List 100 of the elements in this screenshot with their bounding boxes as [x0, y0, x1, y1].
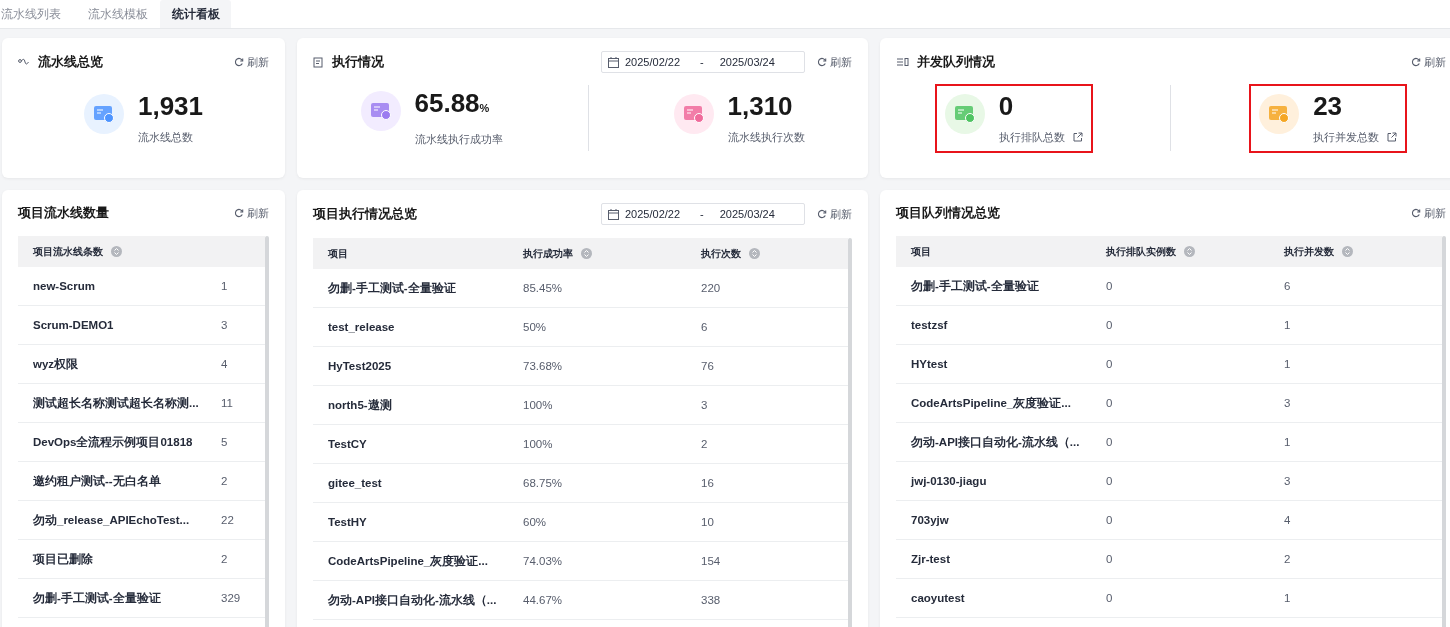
table-cell: 0	[1091, 462, 1269, 501]
card-title: 流水线总览	[38, 53, 103, 71]
column-header-label: 项目	[328, 246, 348, 261]
calendar-icon	[608, 56, 619, 68]
table-cell: north5-遨测	[313, 386, 508, 425]
scrollbar[interactable]	[1442, 236, 1446, 627]
date-range-field[interactable]: 2025/02/22 - 2025/03/24	[601, 203, 805, 225]
refresh-button[interactable]: 刷新	[234, 205, 269, 221]
table-cell: new-Scrum	[18, 267, 206, 306]
stat-label: 执行排队总数	[998, 129, 1065, 145]
table-cell: 0	[1091, 540, 1269, 579]
refresh-button[interactable]: 刷新	[1411, 205, 1446, 221]
table-cell: Scrum-DEMO1	[18, 306, 206, 345]
table-cell: 勿动_release_APIEchoTest...	[18, 501, 206, 540]
column-header-label: 项目流水线条数	[33, 244, 103, 259]
table-cell: HyTest2025	[313, 347, 508, 386]
refresh-button[interactable]: 刷新	[817, 206, 852, 222]
tab[interactable]: 统计看板	[160, 0, 231, 28]
card-title: 项目流水线数量	[18, 204, 109, 222]
table-cell: 勿删-手工测试-全量验证	[18, 579, 206, 618]
sort-icon[interactable]	[749, 248, 760, 259]
document-icon	[313, 56, 324, 68]
sort-icon[interactable]	[1342, 246, 1353, 257]
table-cell: 0	[1091, 384, 1269, 423]
scrollbar[interactable]	[265, 236, 269, 627]
scrollbar[interactable]	[848, 238, 852, 627]
refresh-icon	[234, 57, 244, 67]
table-cell: 0	[1091, 267, 1269, 306]
table-cell: 68.75%	[508, 464, 686, 503]
refresh-button[interactable]: 刷新	[234, 54, 269, 70]
table-cell: 100%	[508, 425, 686, 464]
calendar-icon	[608, 208, 619, 220]
table-cell: DevOps全流程示例项目01818	[18, 423, 206, 462]
stat-label: 流水线执行成功率	[414, 132, 503, 147]
tab[interactable]: 流水线列表	[0, 0, 72, 28]
stat-icon	[360, 91, 401, 131]
column-header-label: 执行次数	[701, 246, 741, 261]
table-cell: 60%	[508, 503, 686, 542]
table-cell: 73.68%	[508, 347, 686, 386]
table-cell: jwj-0130-jiagu	[896, 462, 1091, 501]
sort-icon[interactable]	[1184, 246, 1195, 257]
refresh-button[interactable]: 刷新	[1411, 54, 1446, 70]
external-link-icon[interactable]	[1387, 132, 1398, 142]
table-cell: HYtest	[896, 345, 1091, 384]
table-cell: 100%	[508, 386, 686, 425]
table-cell: wyz权限	[18, 345, 206, 384]
stat-value: 1,310	[727, 89, 794, 122]
card-title: 项目执行情况总览	[313, 205, 417, 223]
list-icon	[896, 57, 909, 67]
table-cell: TestCY	[313, 425, 508, 464]
card-title: 执行情况	[332, 53, 384, 71]
column-header-label: 执行成功率	[523, 246, 573, 261]
table-cell: 勿动-API接口自动化-流水线（...	[313, 581, 508, 620]
stat-label: 执行并发总数	[1313, 129, 1380, 145]
stat-label: 流水线总数	[137, 129, 193, 145]
table-cell: 勿动-API接口自动化-流水线（...	[896, 423, 1091, 462]
table-cell: 项目已删除	[18, 540, 206, 579]
table-cell: CodeArtsPipeline_灰度验证...	[896, 384, 1091, 423]
table-cell: 邀约租户测试--无白名单	[18, 462, 206, 501]
refresh-icon	[817, 57, 827, 67]
sort-icon[interactable]	[581, 248, 592, 259]
pipeline-icon	[18, 57, 30, 67]
refresh-icon	[1411, 208, 1421, 218]
refresh-icon	[234, 208, 244, 218]
column-header-label: 项目	[911, 244, 931, 259]
external-link-icon[interactable]	[1072, 132, 1083, 142]
card-title: 项目队列情况总览	[896, 204, 1000, 222]
stat-value: 23	[1313, 89, 1344, 122]
table-cell: 50%	[508, 308, 686, 347]
sort-icon[interactable]	[111, 246, 122, 257]
table-cell: 0	[1091, 579, 1269, 618]
column-header-label: 执行排队实例数	[1106, 244, 1176, 259]
table-cell: 测试超长名称测试超长名称测...	[18, 384, 206, 423]
table-cell: Zjr-test	[896, 540, 1091, 579]
table-cell: testzsf	[896, 306, 1091, 345]
stat-value: 65.88%	[414, 87, 491, 120]
table-cell: 85.45%	[508, 269, 686, 308]
card-title: 并发队列情况	[917, 53, 995, 71]
tab[interactable]: 流水线模板	[88, 0, 160, 28]
stat-label: 流水线执行次数	[727, 129, 805, 145]
table-cell: 0	[1091, 501, 1269, 540]
refresh-icon	[1411, 57, 1421, 67]
date-range-field[interactable]: 2025/02/22 - 2025/03/24	[601, 51, 805, 73]
stat-value: 0	[998, 89, 1015, 122]
table-cell: caoyutest	[896, 579, 1091, 618]
table-cell: 74.03%	[508, 542, 686, 581]
table-cell: 勿删-手工测试-全量验证	[896, 267, 1091, 306]
table-cell: 0	[1091, 306, 1269, 345]
table-cell: gitee_test	[313, 464, 508, 503]
table-cell: 703yjw	[896, 501, 1091, 540]
refresh-icon	[817, 209, 827, 219]
table-cell: 0	[1091, 345, 1269, 384]
table-cell: TestHY	[313, 503, 508, 542]
table-cell: 0	[1091, 423, 1269, 462]
table-cell: CodeArtsPipeline_灰度验证...	[313, 542, 508, 581]
refresh-button[interactable]: 刷新	[817, 54, 852, 70]
table-cell: test_release	[313, 308, 508, 347]
table-cell: 44.67%	[508, 581, 686, 620]
column-header-label: 执行并发数	[1284, 244, 1334, 259]
stat-value: 1,931	[137, 89, 204, 122]
